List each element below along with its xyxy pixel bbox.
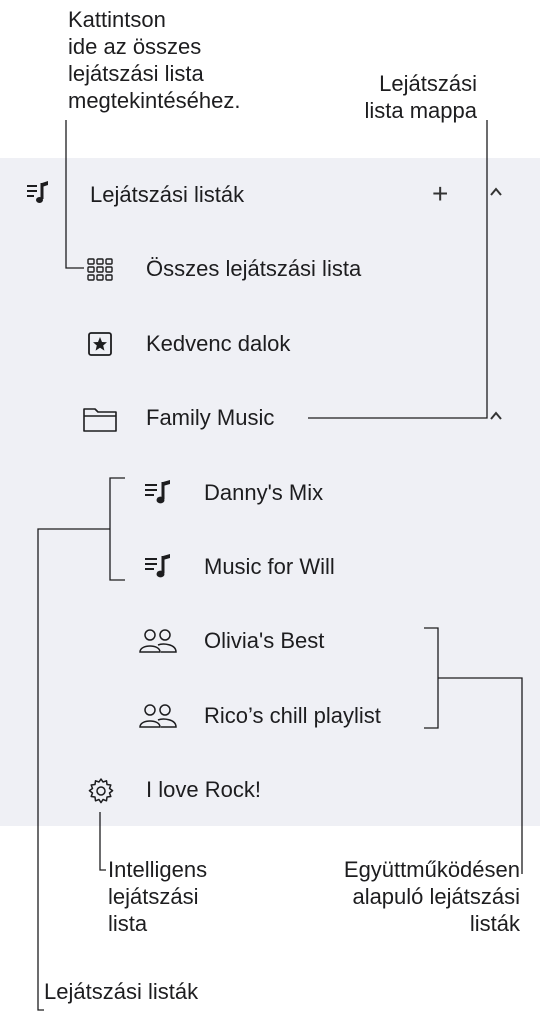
callout-lines bbox=[37, 120, 523, 1011]
